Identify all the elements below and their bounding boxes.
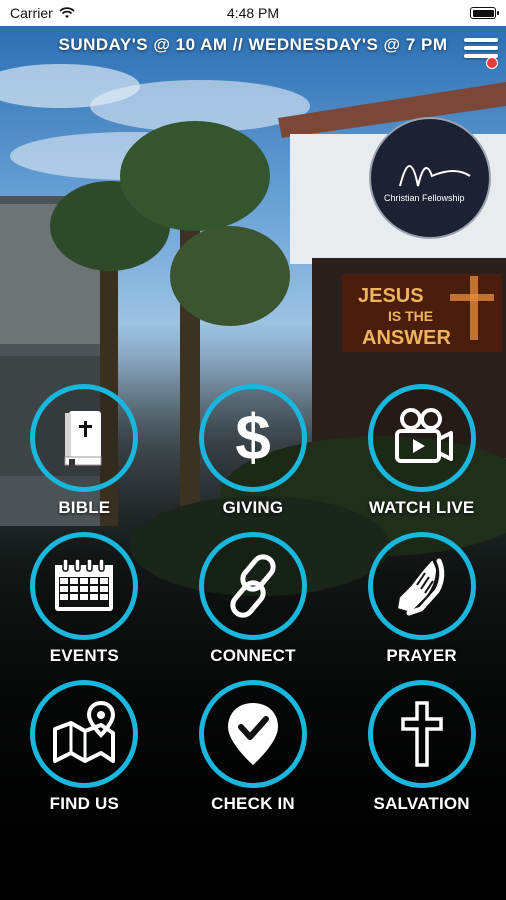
check-in-circle [198,680,307,788]
prayer-circle [367,532,476,640]
giving-tile[interactable]: $ GIVING [169,384,338,518]
giving-label: GIVING [222,498,284,517]
watch-live-circle [367,384,476,492]
prayer-tile[interactable]: PRAYER [337,532,506,666]
connect-tile[interactable]: CONNECT [169,532,338,666]
sign-logo-text: Christian Fellowship [384,193,465,203]
bible-circle [30,384,139,492]
salvation-tile[interactable]: SALVATION [337,680,506,814]
check-in-label: CHECK IN [211,794,295,813]
bible-label: BIBLE [58,498,111,517]
calendar-icon [55,558,114,611]
events-circle [30,532,139,640]
find-us-circle [30,680,139,788]
chain-link-icon [230,554,276,618]
check-in-tile[interactable]: CHECK IN [169,680,338,814]
sign-line1: JESUS [358,285,424,307]
sign-line3: ANSWER [362,327,451,349]
wifi-icon [59,7,75,18]
find-us-label: FIND US [49,794,120,813]
cross-icon [400,701,443,767]
check-pin-icon [227,703,278,765]
hamburger-menu-button[interactable] [464,34,498,70]
notification-dot [486,57,498,69]
bible-tile[interactable]: BIBLE [0,384,169,518]
praying-hands-icon [395,558,444,616]
video-camera-icon [394,408,453,463]
sign-line2: IS THE [388,308,433,324]
svg-text:$: $ [235,403,271,473]
service-times-banner: SUNDAY'S @ 10 AM // WEDNESDAY'S @ 7 PM [58,35,448,54]
map-pin-icon [53,700,116,763]
status-bar: Carrier 4:48 PM [0,0,506,26]
carrier-group: Carrier [10,5,75,21]
clock: 4:48 PM [226,5,280,21]
carrier-label: Carrier [10,5,53,21]
menu-grid: BIBLE $ GIVING WATCH LIVE EVENTS CONNECT… [0,384,506,814]
prayer-label: PRAYER [386,646,457,665]
connect-circle [198,532,307,640]
salvation-label: SALVATION [373,794,470,813]
events-label: EVENTS [49,646,119,665]
salvation-circle [367,680,476,788]
battery-icon [470,7,499,19]
watch-live-label: WATCH LIVE [368,498,475,517]
menu-bar [464,46,498,50]
events-tile[interactable]: EVENTS [0,532,169,666]
watch-live-tile[interactable]: WATCH LIVE [337,384,506,518]
giving-circle: $ [198,384,307,492]
dollar-icon: $ [235,403,271,473]
connect-label: CONNECT [210,646,296,665]
find-us-tile[interactable]: FIND US [0,680,169,814]
menu-bar [464,38,498,42]
home-screen: Christian Fellowship JESUS IS THE ANSWER… [0,26,506,900]
bible-icon [64,411,102,469]
